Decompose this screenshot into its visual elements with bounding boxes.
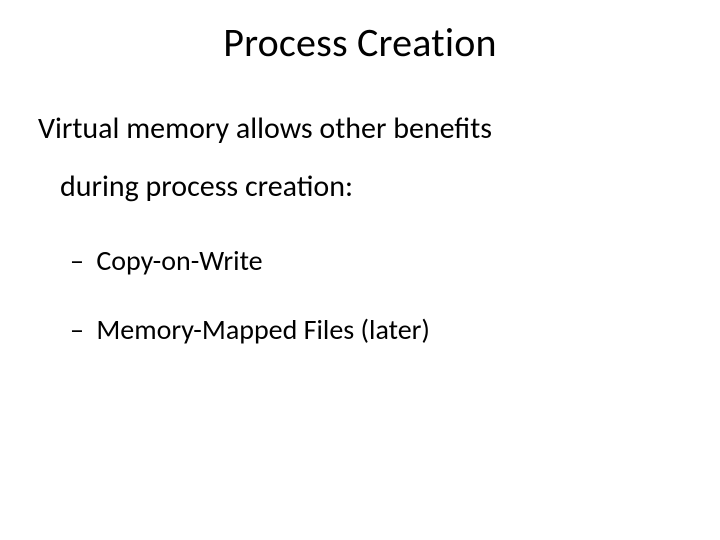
slide-title: Process Creation (0, 18, 720, 67)
sub-list: – Copy-on-Write – Memory-Mapped Files (l… (70, 243, 682, 347)
dash-bullet-icon: – (70, 312, 90, 347)
list-item-text: Copy-on-Write (96, 243, 262, 278)
lead-line-1: Virtual memory allows other benefits (38, 110, 682, 148)
lead-text: Virtual memory allows other benefits dur… (38, 110, 682, 205)
slide: Process Creation Virtual memory allows o… (0, 0, 720, 540)
lead-line-2: during process creation: (60, 168, 682, 206)
list-item: – Copy-on-Write (70, 243, 682, 278)
dash-bullet-icon: – (70, 243, 90, 278)
list-item: – Memory-Mapped Files (later) (70, 312, 682, 347)
list-item-text: Memory-Mapped Files (later) (96, 312, 430, 347)
slide-body: Virtual memory allows other benefits dur… (38, 110, 682, 381)
